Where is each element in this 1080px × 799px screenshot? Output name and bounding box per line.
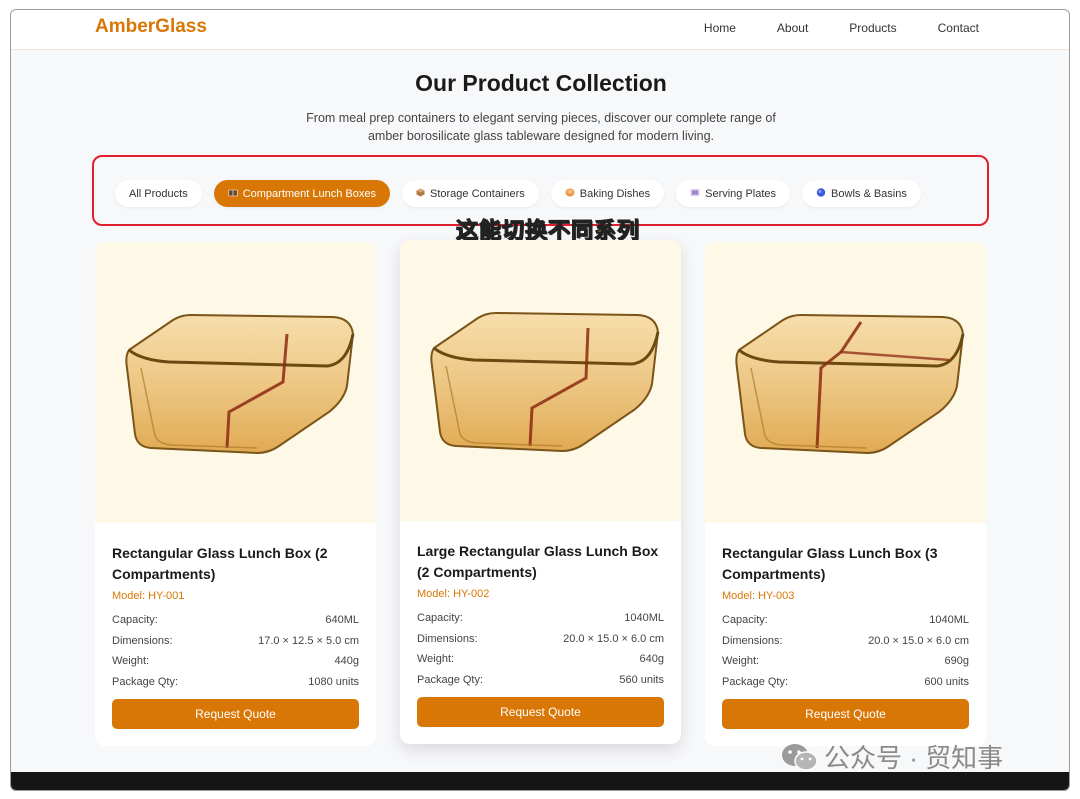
spec-capacity: Capacity: 1040ML [722, 610, 969, 631]
request-quote-button[interactable]: Request Quote [112, 698, 359, 729]
brand-logo[interactable]: AmberGlass [95, 16, 207, 38]
spec-value: 1080 units [308, 676, 359, 689]
spec-label: Capacity: [417, 612, 463, 624]
filter-baking-dishes[interactable]: Baking Dishes [550, 180, 665, 207]
nav-links: Home About Products Contact [704, 21, 979, 35]
request-quote-button[interactable]: Request Quote [417, 696, 664, 727]
lunchbox-2-compartment-image [124, 313, 354, 454]
spec-dimensions: Dimensions: 17.0 × 12.5 × 5.0 cm [112, 631, 359, 652]
category-filter-bar: All Products Compartment Lunch Boxes Sto… [115, 180, 921, 207]
spec-value: 1040ML [929, 614, 969, 626]
page-title: Our Product Collection [415, 70, 667, 96]
spec-value: 440g [334, 655, 359, 668]
spec-value: 690g [944, 655, 969, 668]
spec-label: Weight: [417, 653, 455, 666]
plate-icon [690, 188, 700, 199]
spec-dimensions: Dimensions: 20.0 × 15.0 × 6.0 cm [417, 629, 664, 650]
nav-products-link[interactable]: Products [849, 21, 896, 35]
spec-value: 640g [639, 653, 664, 666]
spec-label: Weight: [112, 655, 150, 668]
filter-storage-containers[interactable]: Storage Containers [402, 180, 539, 207]
spec-label: Dimensions: [112, 634, 173, 647]
product-name: Rectangular Glass Lunch Box (2 Compartme… [112, 545, 328, 582]
card-body: Rectangular Glass Lunch Box (2 Compartme… [95, 523, 376, 729]
nav-about-link[interactable]: About [777, 21, 808, 35]
spec-value: 600 units [924, 676, 969, 689]
spec-label: Dimensions: [722, 634, 783, 647]
filter-label: Compartment Lunch Boxes [242, 187, 376, 200]
nav-contact-link[interactable]: Contact [938, 21, 979, 35]
filter-all-products[interactable]: All Products [115, 180, 202, 207]
watermark-text: 公众号 · 贸知事 [824, 743, 1004, 773]
product-model: Model: HY-003 [722, 590, 795, 602]
spec-value: 20.0 × 15.0 × 6.0 cm [563, 632, 664, 645]
request-quote-button[interactable]: Request Quote [722, 698, 969, 729]
wechat-icon [782, 743, 818, 771]
card-body: Rectangular Glass Lunch Box (3 Compartme… [705, 523, 986, 729]
spec-weight: Weight: 690g [722, 651, 969, 672]
filter-compartment-lunch-boxes[interactable]: Compartment Lunch Boxes [213, 180, 390, 207]
product-image[interactable] [400, 240, 681, 521]
spec-package: Package Qty: 1080 units [112, 672, 359, 693]
spec-value: 1040ML [624, 612, 664, 624]
box-icon [416, 188, 425, 199]
filter-bowls-basins[interactable]: Bowls & Basins [802, 180, 921, 207]
product-image[interactable] [95, 242, 376, 523]
lunchbox-icon [227, 189, 238, 199]
spec-capacity: Capacity: 640ML [112, 610, 359, 631]
browser-frame: AmberGlass Home About Products Contact O… [10, 9, 1070, 791]
spec-value: 20.0 × 15.0 × 6.0 cm [868, 634, 969, 647]
spec-value: 17.0 × 12.5 × 5.0 cm [258, 634, 359, 647]
spec-value: 640ML [325, 614, 359, 626]
spec-label: Capacity: [722, 614, 768, 626]
spec-weight: Weight: 440g [112, 651, 359, 672]
spec-weight: Weight: 640g [417, 649, 664, 670]
spec-package: Package Qty: 560 units [417, 670, 664, 691]
product-name: Rectangular Glass Lunch Box (3 Compartme… [722, 545, 938, 582]
spec-list: Capacity: 640ML Dimensions: 17.0 × 12.5 × … [112, 610, 359, 693]
spec-label: Capacity: [112, 614, 158, 626]
product-model: Model: HY-001 [112, 590, 185, 602]
spec-list: Capacity: 1040ML Dimensions: 20.0 × 15.0 ×… [722, 610, 969, 693]
spec-value: 560 units [619, 674, 664, 687]
filter-label: Serving Plates [705, 187, 777, 200]
card-body: Large Rectangular Glass Lunch Box (2 Com… [400, 521, 681, 727]
product-image[interactable] [705, 242, 986, 523]
filter-serving-plates[interactable]: Serving Plates [676, 180, 791, 207]
top-navbar: AmberGlass Home About Products Contact [11, 10, 1069, 50]
filter-label: Bowls & Basins [831, 187, 907, 200]
bread-icon [565, 188, 575, 199]
page-subtitle: From meal prep containers to elegant ser… [306, 111, 776, 143]
filter-label: All Products [129, 187, 188, 200]
product-card[interactable]: Rectangular Glass Lunch Box (3 Compartme… [705, 242, 986, 746]
spec-label: Package Qty: [722, 676, 789, 689]
spec-label: Dimensions: [417, 632, 478, 645]
product-card[interactable]: Large Rectangular Glass Lunch Box (2 Com… [400, 240, 681, 744]
nav-home-link[interactable]: Home [704, 21, 736, 35]
spec-capacity: Capacity: 1040ML [417, 608, 664, 629]
lunchbox-2-compartment-large-image [429, 311, 659, 452]
filter-label: Storage Containers [430, 187, 525, 200]
watermark: 公众号 · 贸知事 [780, 738, 1003, 775]
spec-label: Package Qty: [112, 676, 179, 689]
spec-list: Capacity: 1040ML Dimensions: 20.0 × 15.0 ×… [417, 608, 664, 691]
product-card[interactable]: Rectangular Glass Lunch Box (2 Compartme… [95, 242, 376, 746]
spec-package: Package Qty: 600 units [722, 672, 969, 693]
lunchbox-3-compartment-image [734, 313, 964, 454]
product-name: Large Rectangular Glass Lunch Box (2 Com… [417, 543, 659, 580]
product-model: Model: HY-002 [417, 588, 490, 600]
bowl-icon [816, 188, 826, 199]
spec-label: Weight: [722, 655, 760, 668]
filter-label: Baking Dishes [579, 187, 651, 200]
spec-label: Package Qty: [417, 674, 484, 687]
spec-dimensions: Dimensions: 20.0 × 15.0 × 6.0 cm [722, 631, 969, 652]
